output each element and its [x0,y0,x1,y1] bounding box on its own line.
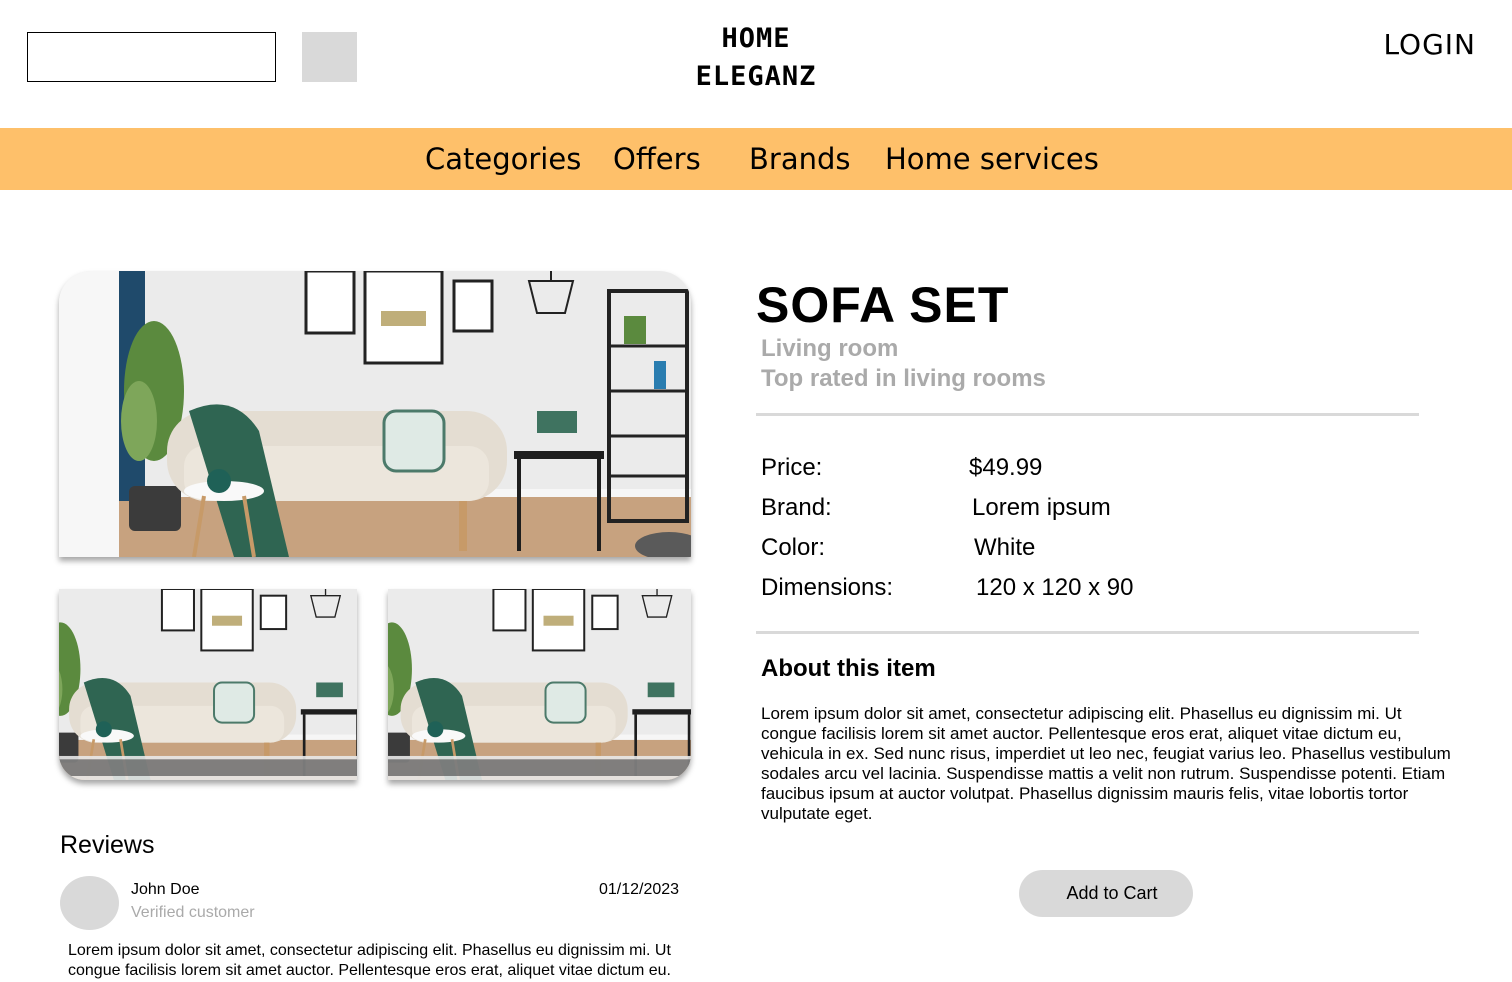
reviewer-name: John Doe [131,881,200,898]
nav-item-brands[interactable]: Brands [749,142,851,176]
login-link[interactable]: LOGIN [1383,28,1476,61]
spec-label-dimensions: Dimensions: [761,574,894,601]
reviews-heading: Reviews [60,831,155,859]
spec-label-color: Color: [761,534,826,561]
divider [756,413,1419,416]
brand-line-2: ELEGANZ [695,61,817,92]
search-input[interactable] [27,32,276,82]
avatar [60,876,119,930]
spec-value-dimensions: 120 x 120 x 90 [976,574,1134,601]
brand-logo[interactable]: HOME ELEGANZ [656,20,856,96]
review-text: Lorem ipsum dolor sit amet, consectetur … [68,942,671,979]
search-button[interactable] [302,32,357,82]
spec-label-price: Price: [761,454,823,481]
product-main-image[interactable] [59,271,691,557]
spec-label-brand: Brand: [761,494,832,521]
nav-bar: Categories Offers Brands Home services [0,128,1512,190]
product-thumbnail-1[interactable] [59,589,357,780]
product-tagline: Top rated in living rooms [761,365,1046,392]
brand-line-1: HOME [721,23,791,54]
product-category: Living room [761,335,899,362]
nav-item-categories[interactable]: Categories [425,142,581,176]
product-title: SOFA SET [756,277,1010,333]
divider [756,631,1419,634]
spec-value-price: $49.99 [969,454,1043,481]
about-text: Lorem ipsum dolor sit amet, consectetur … [761,704,1451,823]
review-date: 01/12/2023 [599,881,680,898]
add-to-cart-button[interactable]: Add to Cart [1019,870,1193,917]
reviewer-role: Verified customer [131,904,255,921]
nav-item-home-services[interactable]: Home services [885,142,1099,176]
spec-value-color: White [974,534,1036,561]
nav-item-offers[interactable]: Offers [613,142,701,176]
about-heading: About this item [761,655,936,682]
spec-value-brand: Lorem ipsum [972,494,1111,521]
product-thumbnail-2[interactable] [388,589,691,780]
